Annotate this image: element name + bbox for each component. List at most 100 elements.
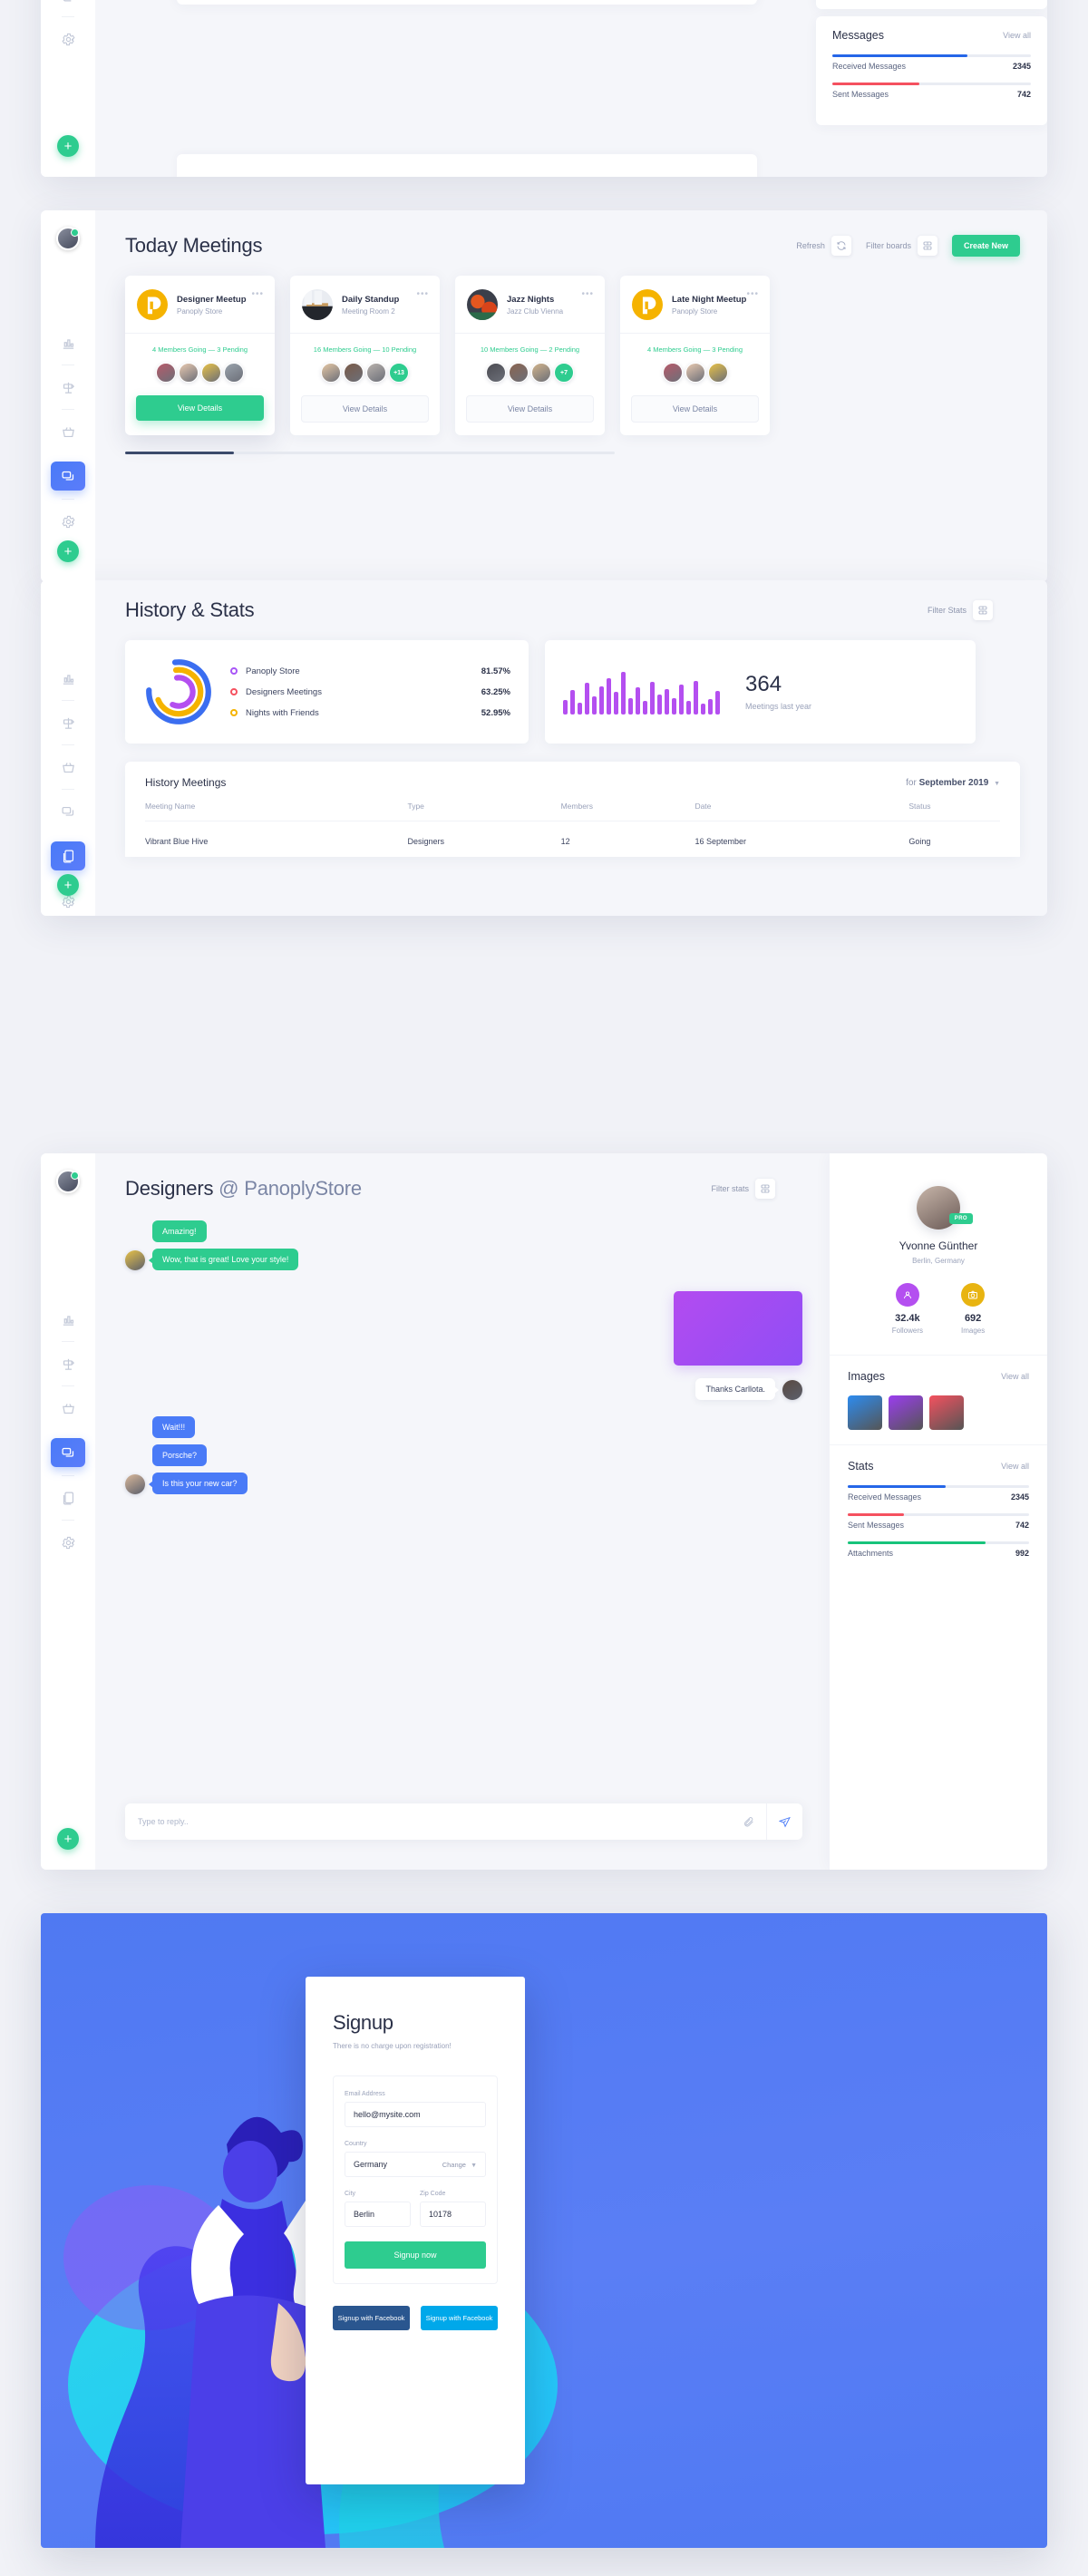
top-products-period[interactable]: for September 2019 ▼ bbox=[645, 177, 739, 178]
avatar[interactable] bbox=[224, 363, 244, 383]
avatar[interactable] bbox=[56, 227, 80, 250]
avatar[interactable] bbox=[782, 1380, 802, 1400]
filter-boards-control[interactable]: Filter boards bbox=[866, 236, 937, 256]
meeting-card[interactable]: Daily Standup Meeting Room 2 ••• 16 Memb… bbox=[290, 276, 440, 435]
filter-stats-control[interactable]: Filter Stats bbox=[928, 600, 993, 620]
sidebar-item-messages[interactable] bbox=[51, 462, 85, 491]
chat-input-placeholder[interactable]: Type to reply.. bbox=[138, 1817, 730, 1826]
avatar[interactable] bbox=[707, 363, 728, 383]
sidebar-item-analytics[interactable] bbox=[53, 665, 83, 692]
sidebar-item-shop[interactable] bbox=[53, 1395, 83, 1422]
avatar[interactable] bbox=[321, 363, 341, 383]
country-change-link[interactable]: Change ▼ bbox=[442, 2161, 477, 2169]
sidebar-item-messages[interactable] bbox=[51, 1438, 85, 1467]
avatar[interactable] bbox=[156, 363, 176, 383]
view-details-button[interactable]: View Details bbox=[301, 395, 429, 423]
history-table-period[interactable]: for September 2019 ▼ bbox=[906, 778, 1000, 788]
add-button[interactable]: + bbox=[57, 135, 79, 157]
filter-stats-control[interactable]: Filter stats bbox=[711, 1179, 775, 1199]
signup-facebook-light-button[interactable]: Signup with Facebook bbox=[421, 2306, 498, 2330]
sidebar-item-settings[interactable] bbox=[53, 1529, 83, 1556]
chat-message-list[interactable]: Amazing! Wow, that is great! Love your st… bbox=[125, 1220, 802, 1728]
chat-bubble[interactable]: Wait!!! bbox=[152, 1416, 196, 1438]
horizontal-scrollbar[interactable] bbox=[125, 452, 615, 454]
image-thumbnail[interactable] bbox=[848, 1395, 882, 1430]
images-view-all-link[interactable]: View all bbox=[1001, 1372, 1029, 1381]
sidebar-item-analytics[interactable] bbox=[53, 1306, 83, 1333]
more-options-icon[interactable]: ••• bbox=[251, 289, 264, 299]
country-select[interactable]: Germany Change ▼ bbox=[345, 2152, 486, 2177]
image-thumbnail[interactable] bbox=[929, 1395, 964, 1430]
sidebar-item-analytics[interactable] bbox=[53, 329, 83, 356]
avatar-overflow-count[interactable]: +13 bbox=[389, 363, 409, 383]
avatar[interactable] bbox=[486, 363, 506, 383]
avatar[interactable] bbox=[125, 1474, 145, 1494]
city-field[interactable] bbox=[345, 2202, 411, 2227]
chat-image-attachment[interactable] bbox=[674, 1291, 802, 1366]
avatar[interactable] bbox=[509, 363, 529, 383]
view-details-button[interactable]: View Details bbox=[136, 395, 264, 421]
chat-bubble[interactable]: Amazing! bbox=[152, 1220, 207, 1242]
avatar[interactable] bbox=[531, 363, 551, 383]
add-button[interactable]: + bbox=[57, 874, 79, 896]
more-options-icon[interactable]: ••• bbox=[581, 289, 594, 299]
spark-bar bbox=[657, 695, 662, 714]
avatar[interactable] bbox=[201, 363, 221, 383]
sidebar-item-settings[interactable] bbox=[53, 508, 83, 535]
sidebar-item-shop[interactable] bbox=[53, 418, 83, 445]
table-column-header: Date bbox=[695, 802, 909, 821]
sidebar-item-shop[interactable] bbox=[53, 753, 83, 781]
avatar[interactable] bbox=[344, 363, 364, 383]
refresh-icon[interactable] bbox=[831, 236, 851, 256]
send-icon[interactable] bbox=[766, 1803, 802, 1840]
more-options-icon[interactable]: ••• bbox=[416, 289, 429, 299]
filter-icon[interactable] bbox=[917, 236, 937, 256]
chat-bubble[interactable]: Porsche? bbox=[152, 1444, 208, 1466]
sidebar-item-documents[interactable] bbox=[53, 0, 83, 8]
sidebar-item-boards[interactable] bbox=[53, 1350, 83, 1377]
meeting-card[interactable]: Late Night Meetup Panoply Store ••• 4 Me… bbox=[620, 276, 770, 435]
table-row[interactable]: Vibrant Blue Hive Designers 12 16 September… bbox=[145, 821, 1000, 846]
sidebar-item-settings[interactable] bbox=[53, 25, 83, 53]
avatar[interactable] bbox=[662, 363, 683, 383]
signup-submit-button[interactable]: Signup now bbox=[345, 2241, 486, 2269]
avatar-overflow-count[interactable]: +7 bbox=[554, 363, 574, 383]
sidebar-item-documents[interactable] bbox=[53, 1484, 83, 1512]
view-details-button[interactable]: View Details bbox=[631, 395, 759, 423]
chat-bubble[interactable]: Is this your new car? bbox=[149, 1473, 248, 1494]
sidebar-item-messages[interactable] bbox=[53, 798, 83, 825]
view-details-button[interactable]: View Details bbox=[466, 395, 594, 423]
filter-icon[interactable] bbox=[755, 1179, 775, 1199]
create-new-button[interactable]: Create New bbox=[951, 235, 1020, 257]
messages-view-all-link[interactable]: View all bbox=[1003, 31, 1031, 40]
sidebar-item-boards[interactable] bbox=[53, 709, 83, 736]
image-thumbnail[interactable] bbox=[889, 1395, 923, 1430]
add-button[interactable]: + bbox=[57, 1828, 79, 1850]
zip-field[interactable] bbox=[420, 2202, 486, 2227]
world-map-card bbox=[177, 0, 757, 5]
meeting-card[interactable]: Jazz Nights Jazz Club Vienna ••• 10 Memb… bbox=[455, 276, 605, 435]
refresh-control[interactable]: Refresh bbox=[796, 236, 851, 256]
legend-value: 52.95% bbox=[481, 707, 510, 718]
avatar[interactable] bbox=[685, 363, 705, 383]
add-button[interactable]: + bbox=[57, 540, 79, 562]
avatar[interactable] bbox=[56, 1170, 80, 1193]
sidebar-item-boards[interactable] bbox=[53, 374, 83, 401]
avatar[interactable] bbox=[125, 1250, 145, 1270]
email-field[interactable] bbox=[345, 2102, 486, 2127]
chat-input-bar[interactable]: Type to reply.. bbox=[125, 1803, 802, 1840]
meeting-card[interactable]: Designer Meetup Panoply Store ••• 4 Memb… bbox=[125, 276, 275, 435]
avatar[interactable] bbox=[179, 363, 199, 383]
spark-bar bbox=[599, 686, 604, 714]
chat-bubble[interactable]: Thanks Carllota. bbox=[695, 1378, 779, 1400]
filter-icon[interactable] bbox=[973, 600, 993, 620]
spark-bar bbox=[679, 685, 684, 714]
more-options-icon[interactable]: ••• bbox=[746, 289, 759, 299]
sidebar-item-documents[interactable] bbox=[51, 841, 85, 870]
paperclip-icon[interactable] bbox=[730, 1803, 766, 1840]
stats-view-all-link[interactable]: View all bbox=[1001, 1462, 1029, 1471]
signup-facebook-dark-button[interactable]: Signup with Facebook bbox=[333, 2306, 410, 2330]
profile-avatar[interactable]: PRO bbox=[917, 1186, 973, 1230]
avatar[interactable] bbox=[366, 363, 386, 383]
chat-bubble[interactable]: Wow, that is great! Love your style! bbox=[148, 1249, 299, 1270]
